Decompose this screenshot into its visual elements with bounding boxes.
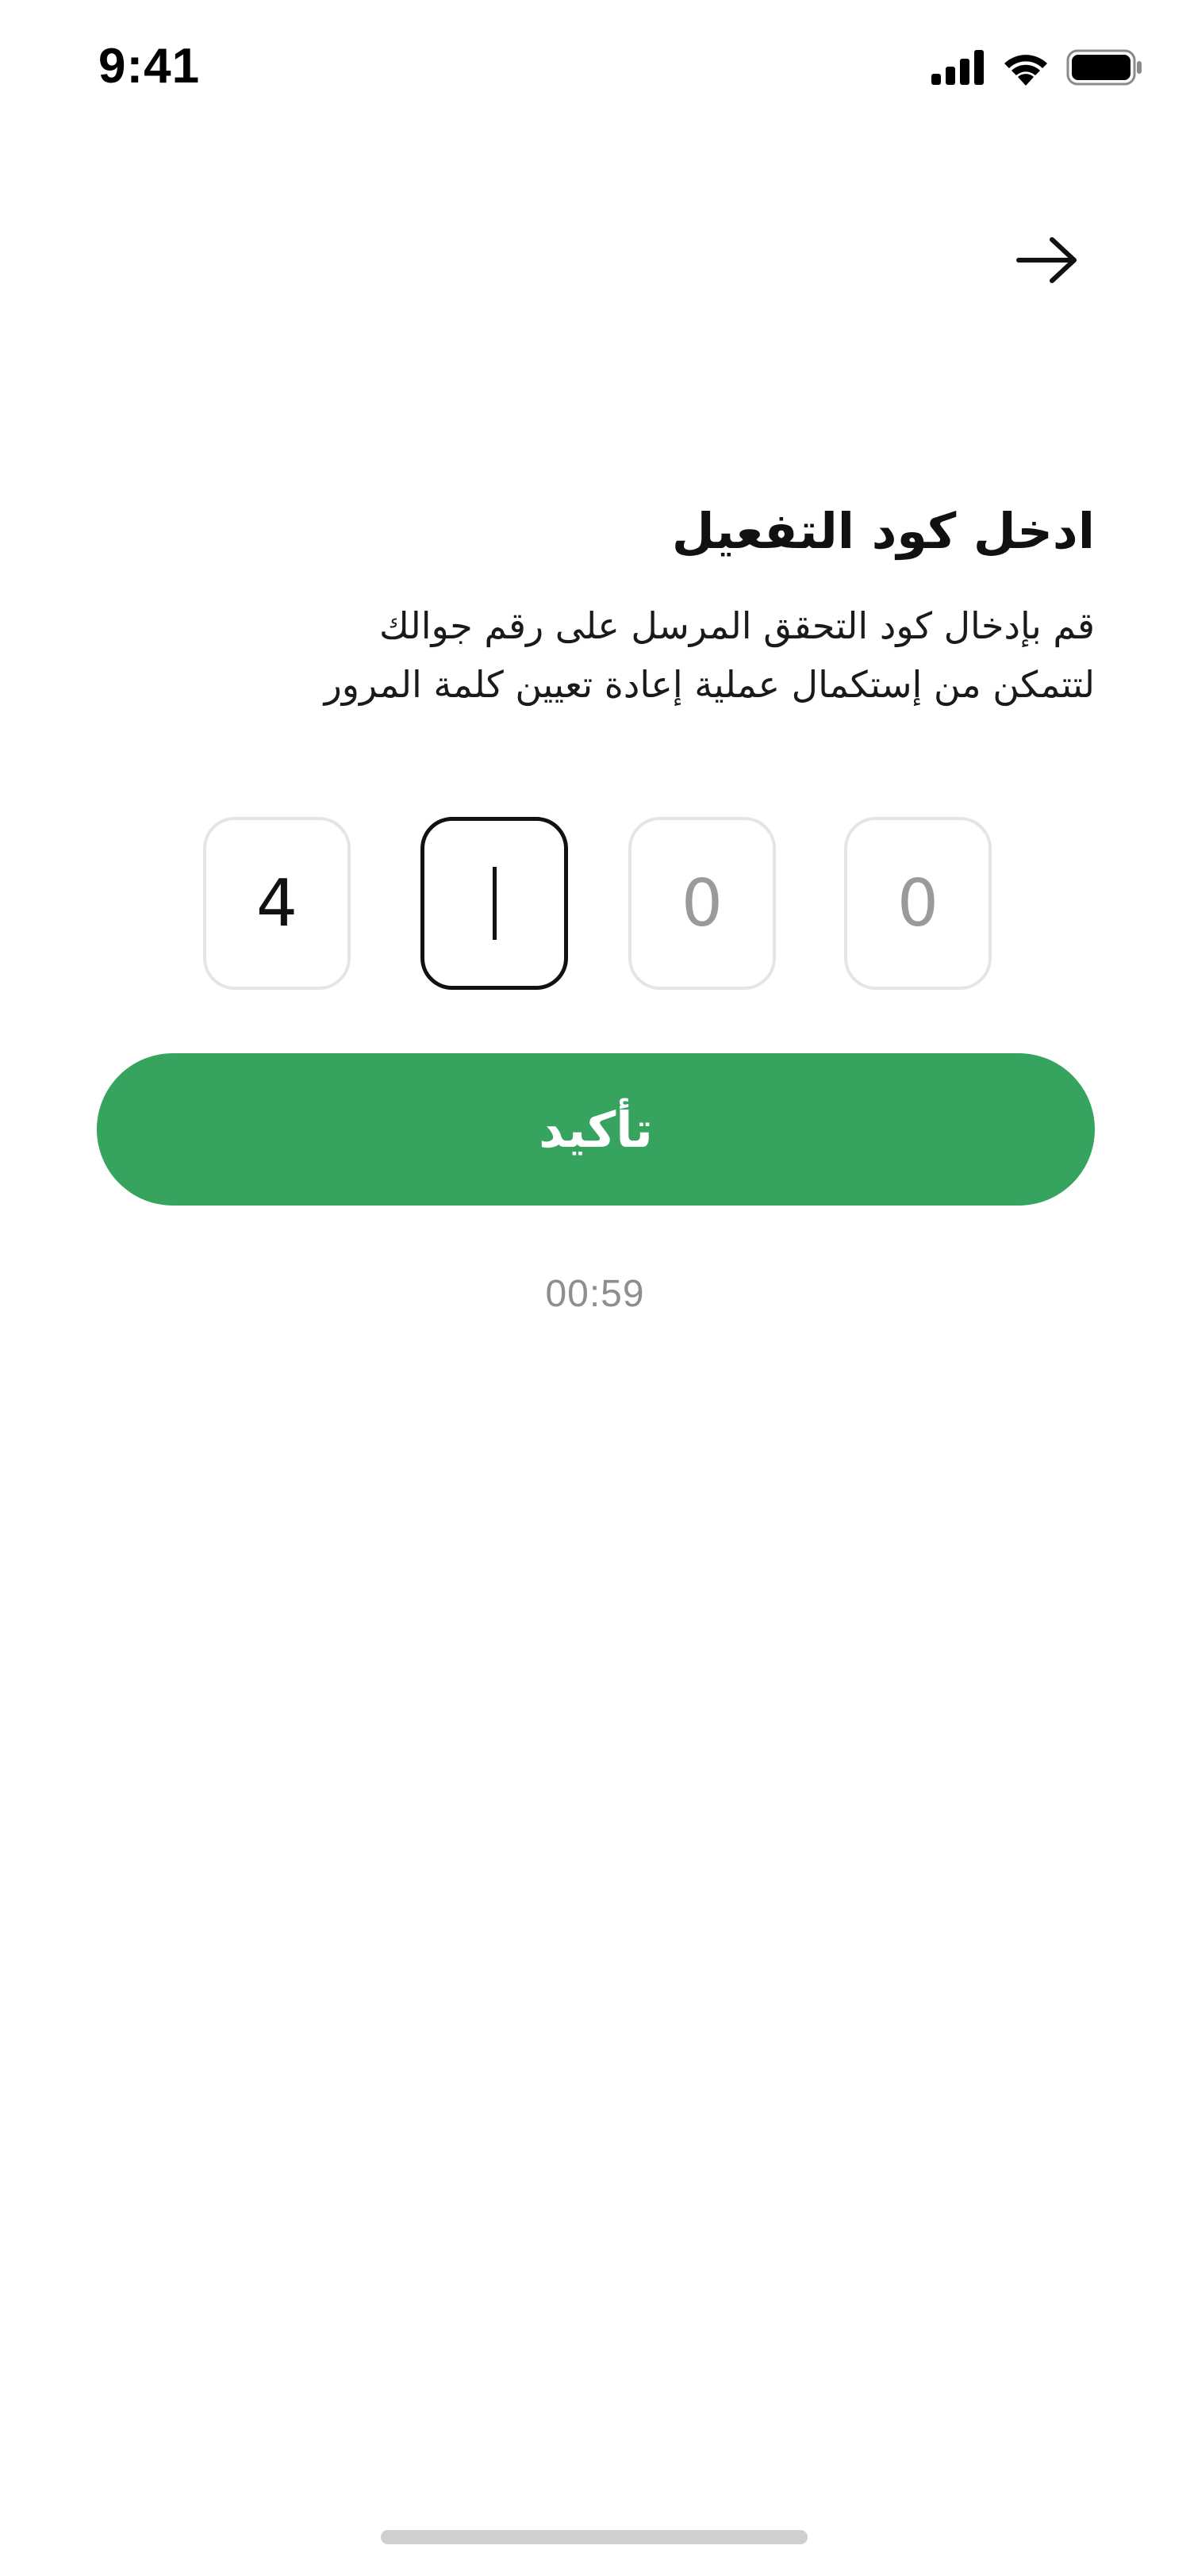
confirm-button[interactable]: تأكيد bbox=[97, 1053, 1095, 1206]
arrow-right-icon bbox=[1015, 236, 1079, 287]
home-indicator bbox=[381, 2530, 808, 2544]
otp-digit-4[interactable]: 0 bbox=[844, 817, 992, 990]
text-caret bbox=[492, 867, 497, 940]
subtitle-line-2: لتتمكن من إستكمال عملية إعادة تعيين كلمة… bbox=[324, 663, 1095, 706]
otp-digit-2[interactable] bbox=[420, 817, 568, 990]
status-bar: 9:41 bbox=[0, 0, 1190, 143]
wifi-icon bbox=[1001, 49, 1050, 86]
page-title: ادخل كود التفعيل bbox=[671, 502, 1095, 560]
otp-input-group: 4 0 0 bbox=[0, 817, 1190, 991]
otp-digit-3[interactable]: 0 bbox=[628, 817, 776, 990]
battery-icon bbox=[1066, 49, 1142, 86]
signal-icon bbox=[931, 50, 985, 85]
status-time: 9:41 bbox=[98, 39, 201, 94]
status-icons bbox=[931, 49, 1142, 86]
resend-timer: 00:59 bbox=[545, 1273, 645, 1315]
back-button[interactable] bbox=[1008, 222, 1087, 301]
otp-digit-1[interactable]: 4 bbox=[203, 817, 351, 990]
subtitle-line-1: قم بإدخال كود التحقق المرسل على رقم جوال… bbox=[378, 604, 1095, 647]
page-subtitle: قم بإدخال كود التحقق المرسل على رقم جوال… bbox=[95, 596, 1095, 714]
